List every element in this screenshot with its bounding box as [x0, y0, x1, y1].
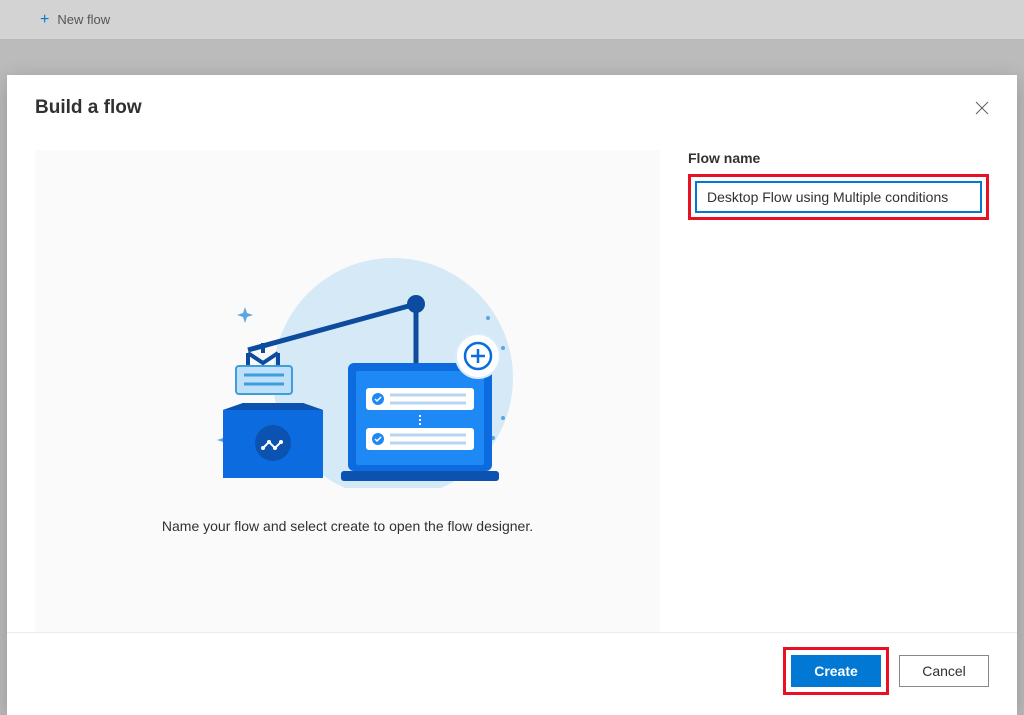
form-panel: Flow name	[688, 150, 989, 632]
flow-name-label: Flow name	[688, 150, 989, 166]
highlight-create: Create	[783, 647, 889, 695]
illustration-panel: Name your flow and select create to open…	[35, 150, 660, 632]
new-flow-label: New flow	[57, 12, 110, 27]
highlight-input	[688, 174, 989, 220]
flow-name-input[interactable]	[695, 181, 982, 213]
flow-illustration	[168, 248, 528, 488]
modal-header: Build a flow	[7, 75, 1017, 132]
new-flow-button[interactable]: + New flow	[40, 11, 110, 29]
build-flow-modal: Build a flow	[7, 75, 1017, 715]
create-button[interactable]: Create	[791, 655, 881, 687]
close-button[interactable]	[971, 97, 993, 122]
modal-title: Build a flow	[35, 97, 142, 119]
modal-body: Name your flow and select create to open…	[7, 132, 1017, 632]
top-toolbar: + New flow	[0, 0, 1024, 40]
close-icon	[975, 101, 989, 115]
modal-footer: Create Cancel	[7, 632, 1017, 715]
plus-icon: +	[40, 11, 49, 29]
helper-text: Name your flow and select create to open…	[162, 518, 533, 534]
cancel-button[interactable]: Cancel	[899, 655, 989, 687]
